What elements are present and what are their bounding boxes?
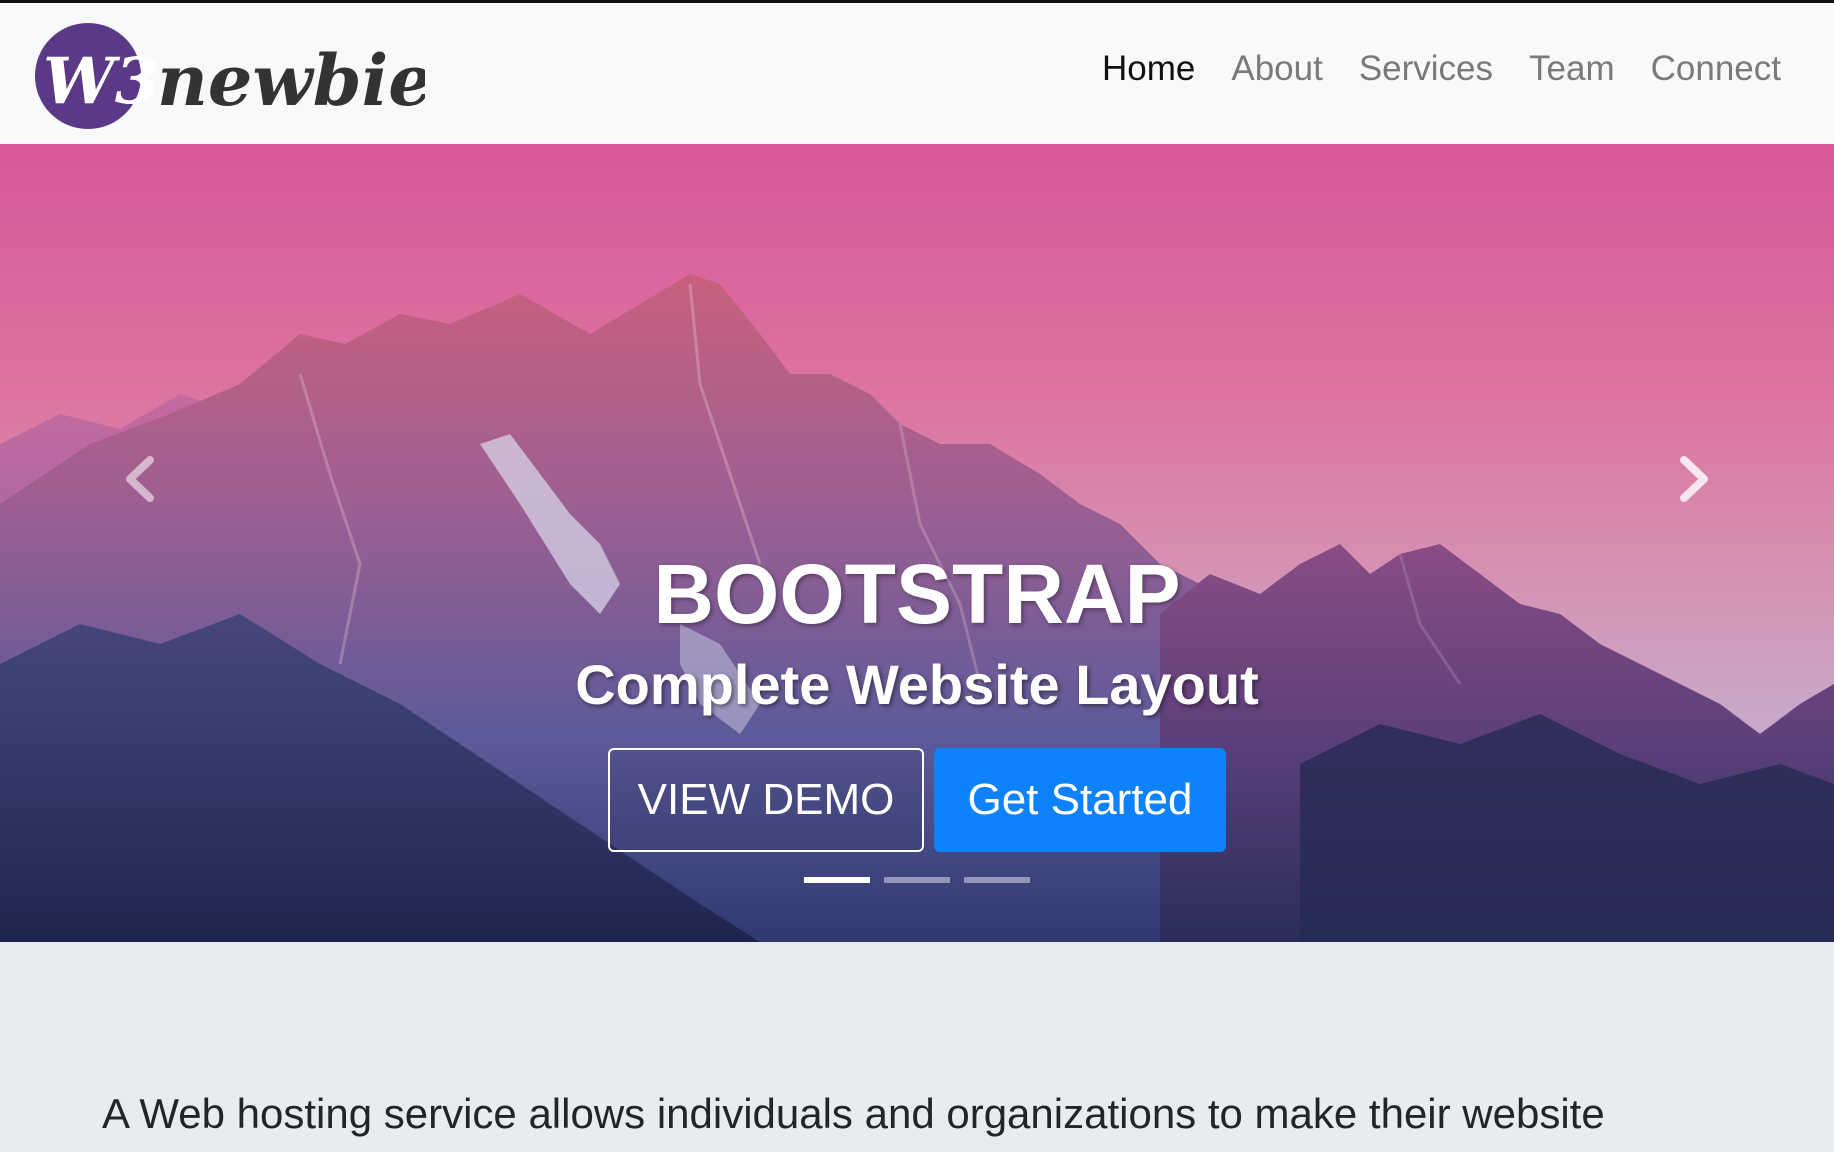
- nav-link-home[interactable]: Home: [1102, 49, 1195, 88]
- carousel-indicator-2[interactable]: [884, 877, 950, 883]
- main-nav: Home About Services Team Connect: [1102, 49, 1781, 89]
- carousel-indicator-3[interactable]: [964, 877, 1030, 883]
- chevron-left-icon: [126, 456, 154, 502]
- get-started-button[interactable]: Get Started: [934, 748, 1226, 852]
- logo-word: newbie: [157, 39, 425, 122]
- hero-title: BOOTSTRAP: [653, 547, 1181, 641]
- nav-link-about[interactable]: About: [1231, 49, 1322, 88]
- navbar: W3 newbie Home About Services Team Conne…: [0, 0, 1834, 144]
- nav-link-team[interactable]: Team: [1529, 49, 1615, 88]
- page: W3 newbie Home About Services Team Conne…: [0, 0, 1834, 1152]
- jumbotron-lead-text: A Web hosting service allows individuals…: [102, 1090, 1605, 1137]
- hero-carousel: BOOTSTRAP Complete Website Layout VIEW D…: [0, 144, 1834, 942]
- logo-badge-text: W3: [43, 44, 159, 119]
- carousel-indicators: [0, 877, 1834, 883]
- carousel-prev-button[interactable]: [95, 434, 185, 524]
- chevron-right-icon: [1680, 456, 1708, 502]
- carousel-caption: BOOTSTRAP Complete Website Layout: [0, 544, 1834, 720]
- brand-logo-link[interactable]: W3 newbie: [35, 21, 425, 131]
- view-demo-button[interactable]: VIEW DEMO: [608, 748, 924, 852]
- brand-logo: W3 newbie: [35, 23, 425, 129]
- nav-link-connect[interactable]: Connect: [1651, 49, 1781, 88]
- carousel-indicator-1[interactable]: [804, 877, 870, 883]
- hero-button-group: VIEW DEMO Get Started: [0, 748, 1834, 852]
- hero-subtitle: Complete Website Layout: [575, 653, 1259, 716]
- nav-link-services[interactable]: Services: [1359, 49, 1493, 88]
- carousel-next-button[interactable]: [1649, 434, 1739, 524]
